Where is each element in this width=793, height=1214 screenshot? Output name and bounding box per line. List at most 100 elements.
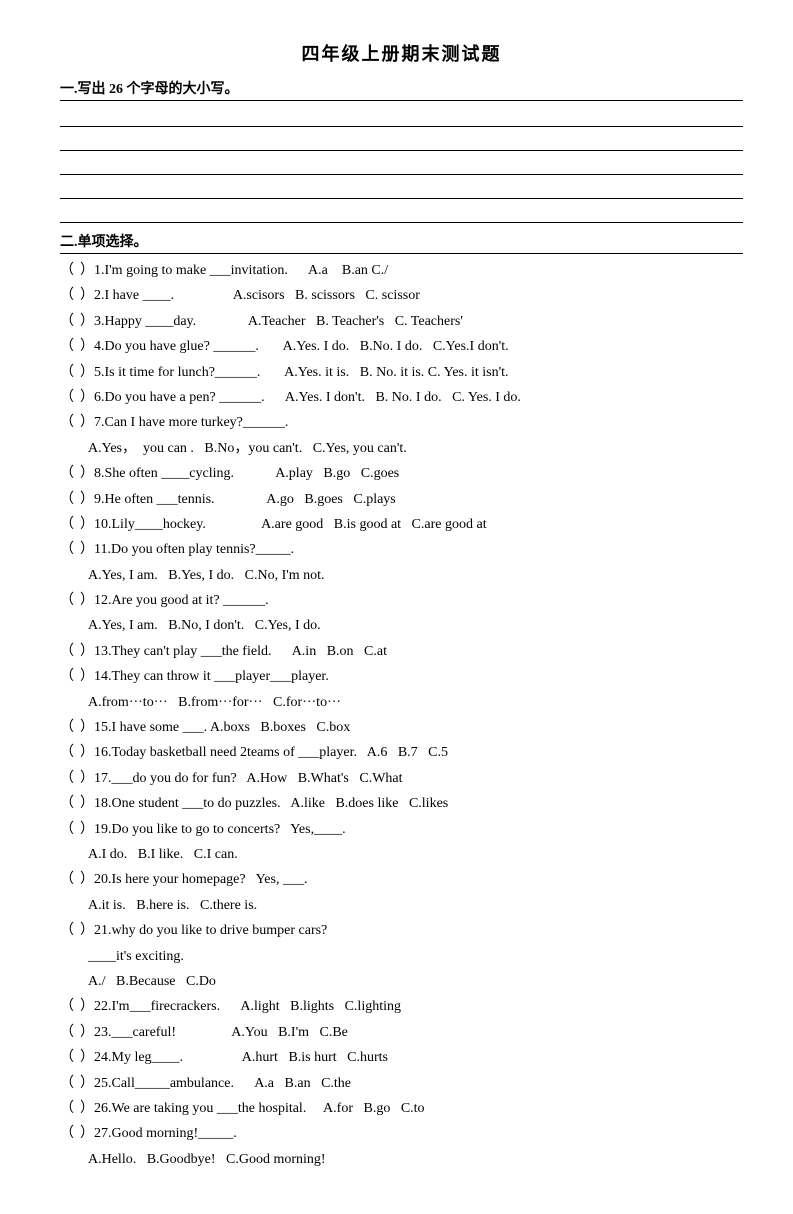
q7-text: ）7.Can I have more turkey?______. (80, 412, 743, 434)
q17-text: ）17.___do you do for fun? A.How B.What's… (80, 768, 743, 790)
q18-paren: （ (60, 793, 80, 815)
q25-text: ）25.Call_____ambulance. A.a B.an C.the (80, 1073, 743, 1095)
question-24: （ ）24.My leg____. A.hurt B.is hurt C.hur… (60, 1047, 743, 1069)
q23-paren: （ (60, 1022, 80, 1044)
section2: 二.单项选择。 （ ）1.I'm going to make ___invita… (60, 231, 743, 1171)
q15-text: ）15.I have some ___. A.boxs B.boxes C.bo… (80, 717, 743, 739)
q21-options: A./ B.Because C.Do (60, 971, 743, 993)
question-27: （ ）27.Good morning!_____. (60, 1123, 743, 1145)
q5-text: ）5.Is it time for lunch?______. A.Yes. i… (80, 362, 743, 384)
q11-options: A.Yes, I am. B.Yes, I do. C.No, I'm not. (60, 565, 743, 587)
q1-text: ）1.I'm going to make ___invitation. A.a … (80, 260, 743, 282)
question-17: （ ）17.___do you do for fun? A.How B.What… (60, 768, 743, 790)
q23-text: ）23.___careful! A.You B.I'm C.Be (80, 1022, 743, 1044)
q6-text: ）6.Do you have a pen? ______. A.Yes. I d… (80, 387, 743, 409)
q20-text: ）20.Is here your homepage? Yes, ___. (80, 869, 743, 891)
q3-text: ）3.Happy ____day. A.Teacher B. Teacher's… (80, 311, 743, 333)
q10-text: ）10.Lily____hockey. A.are good B.is good… (80, 514, 743, 536)
q10-paren: （ (60, 514, 80, 536)
q2-text: ）2.I have ____. A.scisors B. scissors C.… (80, 285, 743, 307)
question-25: （ ）25.Call_____ambulance. A.a B.an C.the (60, 1073, 743, 1095)
q12-text: ）12.Are you good at it? ______. (80, 590, 743, 612)
write-line-4 (60, 177, 743, 199)
q2-paren: （ (60, 285, 80, 307)
question-15: （ ）15.I have some ___. A.boxs B.boxes C.… (60, 717, 743, 739)
q8-paren: （ (60, 463, 80, 485)
q20-paren: （ (60, 869, 80, 891)
q14-paren: （ (60, 666, 80, 688)
question-1: （ ）1.I'm going to make ___invitation. A.… (60, 260, 743, 282)
q21-paren: （ (60, 920, 80, 942)
write-line-5 (60, 201, 743, 223)
q18-text: ）18.One student ___to do puzzles. A.like… (80, 793, 743, 815)
question-19: （ ）19.Do you like to go to concerts? Yes… (60, 819, 743, 841)
q19-paren: （ (60, 819, 80, 841)
section2-header: 二.单项选择。 (60, 231, 743, 254)
q24-paren: （ (60, 1047, 80, 1069)
write-line-1 (60, 105, 743, 127)
question-23: （ ）23.___careful! A.You B.I'm C.Be (60, 1022, 743, 1044)
q9-paren: （ (60, 489, 80, 511)
q26-text: ）26.We are taking you ___the hospital. A… (80, 1098, 743, 1120)
question-13: （ ）13.They can't play ___the field. A.in… (60, 641, 743, 663)
q16-text: ）16.Today basketball need 2teams of ___p… (80, 742, 743, 764)
q4-text: ）4.Do you have glue? ______. A.Yes. I do… (80, 336, 743, 358)
question-14: （ ）14.They can throw it ___player___play… (60, 666, 743, 688)
q6-paren: （ (60, 387, 80, 409)
question-9: （ ）9.He often ___tennis. A.go B.goes C.p… (60, 489, 743, 511)
q4-paren: （ (60, 336, 80, 358)
q3-paren: （ (60, 311, 80, 333)
q13-text: ）13.They can't play ___the field. A.in B… (80, 641, 743, 663)
q21-sub: ____it's exciting. (60, 946, 743, 968)
question-8: （ ）8.She often ____cycling. A.play B.go … (60, 463, 743, 485)
q24-text: ）24.My leg____. A.hurt B.is hurt C.hurts (80, 1047, 743, 1069)
q25-paren: （ (60, 1073, 80, 1095)
question-3: （ ）3.Happy ____day. A.Teacher B. Teacher… (60, 311, 743, 333)
page-title: 四年级上册期末测试题 (60, 40, 743, 66)
question-20: （ ）20.Is here your homepage? Yes, ___. (60, 869, 743, 891)
q27-options: A.Hello. B.Goodbye! C.Good morning! (60, 1149, 743, 1171)
question-4: （ ）4.Do you have glue? ______. A.Yes. I … (60, 336, 743, 358)
question-16: （ ）16.Today basketball need 2teams of __… (60, 742, 743, 764)
q21-text: ）21.why do you like to drive bumper cars… (80, 920, 743, 942)
q7-paren: （ (60, 412, 80, 434)
q15-paren: （ (60, 717, 80, 739)
question-26: （ ）26.We are taking you ___the hospital.… (60, 1098, 743, 1120)
q27-paren: （ (60, 1123, 80, 1145)
question-5: （ ）5.Is it time for lunch?______. A.Yes.… (60, 362, 743, 384)
question-18: （ ）18.One student ___to do puzzles. A.li… (60, 793, 743, 815)
q7-options: A.Yes， you can . B.No，you can't. C.Yes, … (60, 438, 743, 460)
question-7: （ ）7.Can I have more turkey?______. (60, 412, 743, 434)
q11-paren: （ (60, 539, 80, 561)
q9-text: ）9.He often ___tennis. A.go B.goes C.pla… (80, 489, 743, 511)
q11-text: ）11.Do you often play tennis?_____. (80, 539, 743, 561)
q12-paren: （ (60, 590, 80, 612)
q26-paren: （ (60, 1098, 80, 1120)
write-line-2 (60, 129, 743, 151)
q1-paren: （ (60, 260, 80, 282)
q22-paren: （ (60, 996, 80, 1018)
q13-paren: （ (60, 641, 80, 663)
q22-text: ）22.I'm___firecrackers. A.light B.lights… (80, 996, 743, 1018)
question-22: （ ）22.I'm___firecrackers. A.light B.ligh… (60, 996, 743, 1018)
question-6: （ ）6.Do you have a pen? ______. A.Yes. I… (60, 387, 743, 409)
section1-header: 一.写出 26 个字母的大小写。 (60, 78, 743, 101)
q12-options: A.Yes, I am. B.No, I don't. C.Yes, I do. (60, 615, 743, 637)
q14-options: A.from···to··· B.from···for··· C.for···t… (60, 692, 743, 714)
question-2: （ ）2.I have ____. A.scisors B. scissors … (60, 285, 743, 307)
q14-text: ）14.They can throw it ___player___player… (80, 666, 743, 688)
q19-options: A.I do. B.I like. C.I can. (60, 844, 743, 866)
q20-options: A.it is. B.here is. C.there is. (60, 895, 743, 917)
section1: 一.写出 26 个字母的大小写。 (60, 78, 743, 223)
q27-text: ）27.Good morning!_____. (80, 1123, 743, 1145)
q16-paren: （ (60, 742, 80, 764)
question-12: （ ）12.Are you good at it? ______. (60, 590, 743, 612)
question-21: （ ）21.why do you like to drive bumper ca… (60, 920, 743, 942)
write-line-3 (60, 153, 743, 175)
question-11: （ ）11.Do you often play tennis?_____. (60, 539, 743, 561)
q5-paren: （ (60, 362, 80, 384)
question-10: （ ）10.Lily____hockey. A.are good B.is go… (60, 514, 743, 536)
q17-paren: （ (60, 768, 80, 790)
q19-text: ）19.Do you like to go to concerts? Yes,_… (80, 819, 743, 841)
q8-text: ）8.She often ____cycling. A.play B.go C.… (80, 463, 743, 485)
